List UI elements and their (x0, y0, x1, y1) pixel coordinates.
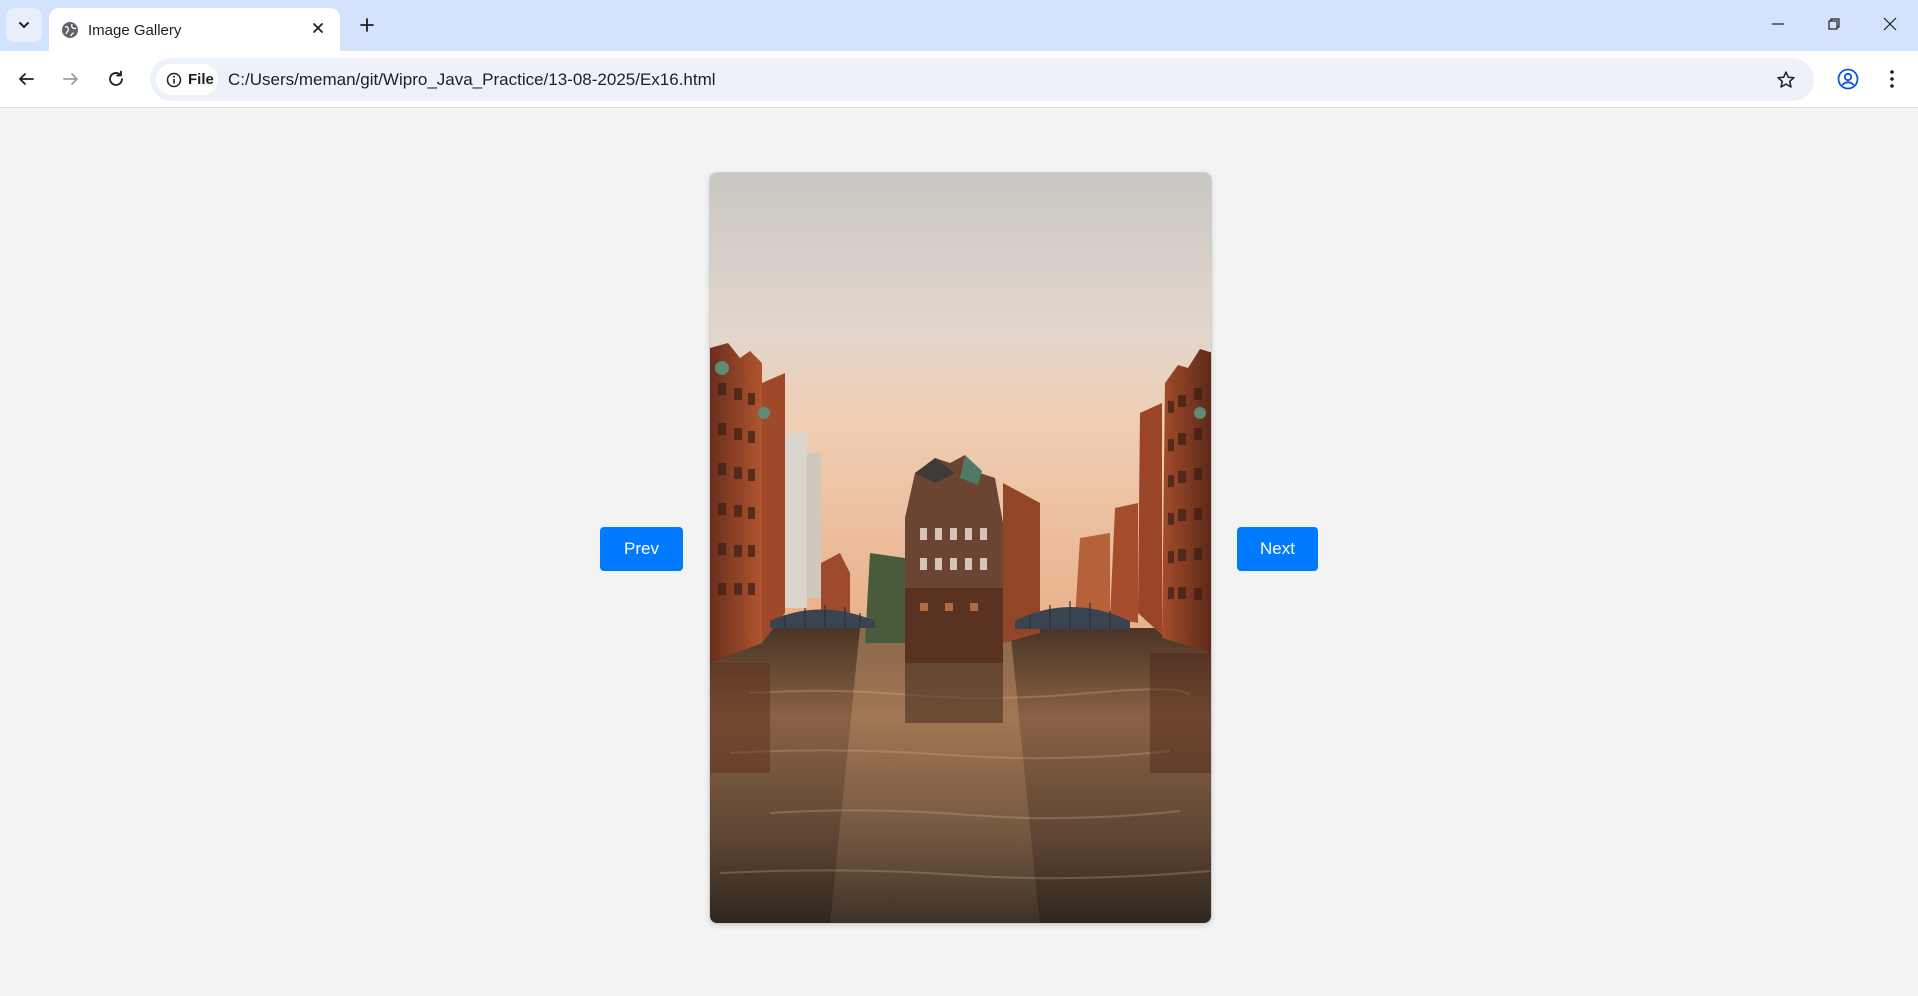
close-icon (1883, 17, 1897, 31)
profile-button[interactable] (1830, 61, 1866, 97)
globe-icon (62, 21, 78, 38)
restore-icon (1828, 18, 1840, 30)
new-tab-button[interactable] (352, 10, 382, 40)
page-viewport: Prev Next (0, 108, 1918, 996)
close-icon (313, 23, 323, 33)
reload-button[interactable] (98, 61, 134, 97)
info-icon (166, 72, 182, 87)
site-info-chip[interactable]: File (156, 64, 218, 95)
kebab-menu-icon (1890, 70, 1894, 88)
star-icon (1777, 71, 1795, 88)
arrow-left-icon (19, 73, 34, 85)
minimize-icon (1772, 23, 1784, 25)
profile-icon (1837, 68, 1859, 90)
forward-button[interactable] (53, 61, 89, 97)
plus-icon (360, 18, 374, 32)
gallery-image (709, 172, 1212, 924)
tab-search-button[interactable] (6, 8, 42, 42)
canal-photo (710, 173, 1211, 923)
restore-button[interactable] (1806, 0, 1862, 48)
arrow-right-icon (63, 73, 78, 85)
site-chip-label: File (188, 71, 214, 88)
minimize-button[interactable] (1750, 0, 1806, 48)
bookmark-button[interactable] (1770, 64, 1802, 96)
menu-button[interactable] (1874, 61, 1910, 97)
prev-button[interactable]: Prev (600, 527, 683, 571)
tab-title: Image Gallery (88, 22, 182, 39)
close-window-button[interactable] (1862, 0, 1918, 48)
back-button[interactable] (8, 61, 44, 97)
tab-image-gallery[interactable]: Image Gallery (49, 8, 340, 51)
url-text[interactable]: C:/Users/meman/git/Wipro_Java_Practice/1… (228, 70, 716, 90)
tab-close-button[interactable] (306, 16, 330, 40)
address-bar[interactable]: File C:/Users/meman/git/Wipro_Java_Pract… (150, 58, 1814, 101)
next-button[interactable]: Next (1237, 527, 1318, 571)
chevron-down-icon (19, 22, 29, 28)
browser-toolbar: File C:/Users/meman/git/Wipro_Java_Pract… (0, 51, 1918, 108)
tab-strip: Image Gallery (0, 0, 1918, 51)
reload-icon (109, 70, 123, 86)
